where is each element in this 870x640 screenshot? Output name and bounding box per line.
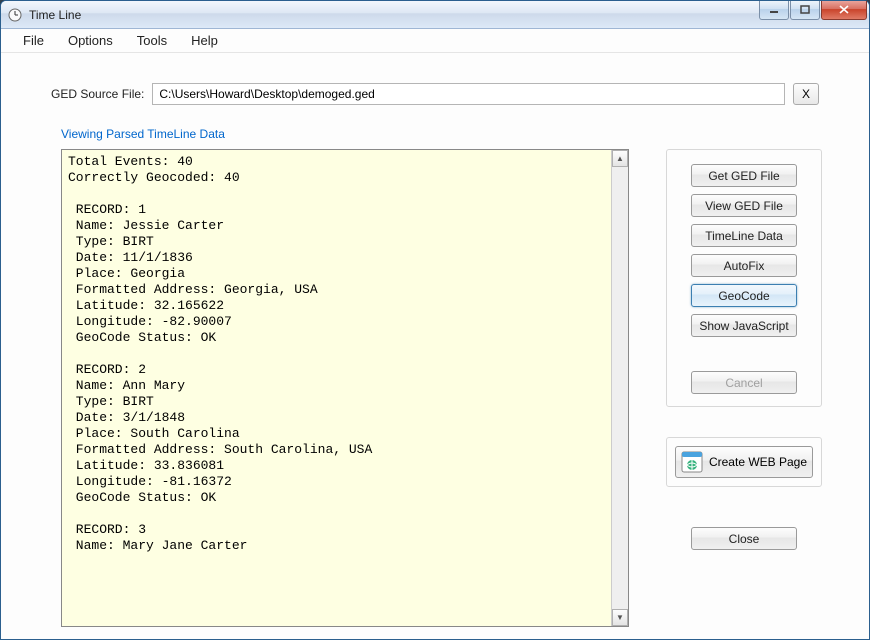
close-window-button[interactable] (821, 1, 867, 20)
menu-tools[interactable]: Tools (125, 31, 179, 50)
view-ged-file-button[interactable]: View GED File (691, 194, 797, 217)
create-web-page-button[interactable]: Create WEB Page (675, 446, 813, 478)
get-ged-file-button[interactable]: Get GED File (691, 164, 797, 187)
main-row: Total Events: 40 Correctly Geocoded: 40 … (61, 149, 851, 627)
maximize-button[interactable] (790, 1, 820, 20)
close-button[interactable]: Close (691, 527, 797, 550)
source-file-label: GED Source File: (51, 87, 144, 101)
source-file-row: GED Source File: X (51, 83, 819, 105)
menu-file[interactable]: File (11, 31, 56, 50)
scroll-down-icon[interactable]: ▼ (612, 609, 628, 626)
menu-help[interactable]: Help (179, 31, 230, 50)
side-column: Get GED File View GED File TimeLine Data… (659, 149, 829, 627)
geocode-button[interactable]: GeoCode (691, 284, 797, 307)
output-text[interactable]: Total Events: 40 Correctly Geocoded: 40 … (62, 150, 611, 626)
source-file-input[interactable] (152, 83, 785, 105)
web-page-icon (681, 451, 703, 473)
window-title: Time Line (29, 8, 758, 22)
menubar: File Options Tools Help (1, 29, 869, 53)
cancel-button[interactable]: Cancel (691, 371, 797, 394)
web-button-group: Create WEB Page (666, 437, 822, 487)
autofix-button[interactable]: AutoFix (691, 254, 797, 277)
clear-source-button[interactable]: X (793, 83, 819, 105)
show-javascript-button[interactable]: Show JavaScript (691, 314, 797, 337)
output-panel: Total Events: 40 Correctly Geocoded: 40 … (61, 149, 629, 627)
app-window: Time Line File Options Tools Help GED So… (0, 0, 870, 640)
status-text: Viewing Parsed TimeLine Data (61, 127, 851, 141)
client-area: GED Source File: X Viewing Parsed TimeLi… (1, 53, 869, 639)
scroll-track[interactable] (612, 167, 628, 609)
create-web-page-label: Create WEB Page (709, 455, 807, 469)
timeline-data-button[interactable]: TimeLine Data (691, 224, 797, 247)
titlebar[interactable]: Time Line (1, 1, 869, 29)
menu-options[interactable]: Options (56, 31, 125, 50)
minimize-button[interactable] (759, 1, 789, 20)
scrollbar[interactable]: ▲ ▼ (611, 150, 628, 626)
app-icon (7, 7, 23, 23)
window-controls (758, 1, 867, 28)
scroll-up-icon[interactable]: ▲ (612, 150, 628, 167)
action-button-group: Get GED File View GED File TimeLine Data… (666, 149, 822, 407)
